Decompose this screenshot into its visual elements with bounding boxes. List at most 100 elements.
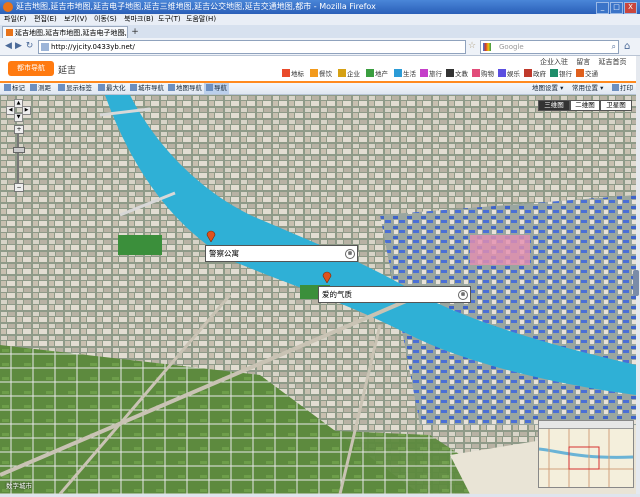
close-button[interactable]: X [624, 2, 637, 14]
overview-minimap[interactable] [538, 420, 634, 488]
government-icon [524, 69, 532, 77]
category-food[interactable]: 餐饮 [310, 69, 332, 80]
tool-navigate[interactable]: 导航 [204, 83, 229, 94]
label-close-icon[interactable]: ⊗ [458, 290, 468, 300]
powered-by-logo: 数字城市 [6, 482, 32, 490]
maptype-3d[interactable]: 三维图 [538, 100, 570, 111]
zoom-in-button[interactable]: + [14, 125, 24, 134]
bank-icon [550, 69, 558, 77]
category-travel[interactable]: 旅行 [420, 69, 442, 80]
print-icon [612, 84, 619, 91]
reload-button[interactable]: ↻ [24, 41, 35, 52]
search-box[interactable]: Google ⌕ [480, 40, 619, 54]
tool-map-nav[interactable]: 地图导航 [168, 83, 202, 94]
enterprise-icon [338, 69, 346, 77]
location-pin-icon[interactable] [322, 271, 332, 283]
travel-icon [420, 69, 428, 77]
google-icon [483, 43, 491, 51]
menu-bookmarks[interactable]: 북마크(B) [124, 14, 154, 25]
category-government[interactable]: 政府 [524, 69, 546, 80]
home-icon[interactable]: ⌂ [624, 41, 630, 52]
toplink-message[interactable]: 留言 [576, 58, 590, 66]
location-pin-icon[interactable] [206, 230, 216, 242]
menu-go[interactable]: 이동(S) [94, 14, 117, 25]
pan-right-icon[interactable]: ▶ [22, 106, 31, 115]
mark-icon [4, 84, 11, 91]
navigation-bar: ◀ ▶ ↻ http://yjcity.0433yb.net/ ☆ Google… [0, 38, 640, 56]
tool-maximize[interactable]: 最大化 [98, 83, 126, 94]
map-label-love-temperament[interactable]: 爱的气质 ⊗ [318, 286, 471, 303]
tool-measure[interactable]: 测距 [30, 83, 51, 94]
window-title: 延吉地图,延吉市地图,延吉电子地图,延吉三维地图,延吉公交地图,延吉交通地图,都… [16, 2, 376, 11]
map-nav-icon [168, 84, 175, 91]
common-locations[interactable]: 常用位置 ▾ [572, 83, 603, 94]
category-bank[interactable]: 银行 [550, 69, 572, 80]
menu-tools[interactable]: 도구(T) [158, 14, 181, 25]
transport-icon [576, 69, 584, 77]
category-enterprise[interactable]: 企业 [338, 69, 360, 80]
forward-button[interactable]: ▶ [13, 41, 24, 52]
menu-help[interactable]: 도움말(H) [186, 14, 216, 25]
category-transport[interactable]: 交通 [576, 69, 598, 80]
navigate-icon [206, 84, 213, 91]
pan-down-icon[interactable]: ▼ [14, 113, 23, 122]
new-tab-button[interactable]: + [130, 27, 140, 37]
window-titlebar: 延吉地图,延吉市地图,延吉电子地图,延吉三维地图,延吉公交地图,延吉交通地图,都… [0, 0, 640, 14]
web-page: 都市导航 延吉 企业入驻 留言 延吉首页 地标 餐饮 企业 地产 生活 旅行 文… [0, 56, 636, 494]
toplink-join[interactable]: 企业入驻 [540, 58, 568, 66]
map-label-police-apartment[interactable]: 警察公寓 ⊗ [205, 245, 358, 262]
search-placeholder: Google [499, 43, 524, 51]
zoom-slider-track[interactable] [17, 133, 19, 183]
city-name[interactable]: 延吉 [58, 63, 76, 76]
top-links: 企业入驻 留言 延吉首页 [540, 57, 632, 67]
map-viewport[interactable]: 三维图 二维图 卫星图 ▲ ◀ ▶ ▼ + − 警察公寓 ⊗ 爱的气质 ⊗ 数字… [0, 95, 636, 494]
site-logo[interactable]: 都市导航 [8, 61, 54, 76]
label-close-icon[interactable]: ⊗ [345, 249, 355, 259]
site-favicon-icon [6, 29, 13, 36]
side-panel-handle[interactable] [633, 270, 639, 296]
tool-mark[interactable]: 标记 [4, 83, 25, 94]
tab-label: 延吉地图,延吉市地图,延吉电子地图,延... [15, 29, 128, 37]
entertainment-icon [498, 69, 506, 77]
address-bar[interactable]: http://yjcity.0433yb.net/ [38, 40, 466, 54]
education-icon [446, 69, 454, 77]
search-icon[interactable]: ⌕ [612, 41, 616, 53]
tab-bar: 延吉地图,延吉市地图,延吉电子地图,延... x + [0, 25, 640, 39]
pan-control: ▲ ◀ ▶ ▼ [6, 99, 31, 122]
tool-city-nav[interactable]: 城市导航 [130, 83, 164, 94]
life-icon [394, 69, 402, 77]
label-icon [58, 84, 65, 91]
category-education[interactable]: 文教 [446, 69, 468, 80]
realestate-icon [366, 69, 374, 77]
map-settings[interactable]: 地图设置 ▾ [532, 83, 563, 94]
print-button[interactable]: 打印 [612, 83, 633, 94]
toplink-home[interactable]: 延吉首页 [598, 58, 626, 66]
category-entertainment[interactable]: 娱乐 [498, 69, 520, 80]
address-url: http://yjcity.0433yb.net/ [51, 43, 135, 51]
site-header: 都市导航 延吉 企业入驻 留言 延吉首页 地标 餐饮 企业 地产 生活 旅行 文… [0, 56, 636, 83]
city-nav-icon [130, 84, 137, 91]
menu-view[interactable]: 보기(V) [64, 14, 87, 25]
bookmark-star-icon[interactable]: ☆ [468, 41, 476, 51]
maptype-satellite[interactable]: 卫星图 [600, 100, 632, 111]
maptype-2d[interactable]: 二维图 [570, 100, 600, 111]
menu-file[interactable]: 파일(F) [4, 14, 26, 25]
page-identity-icon [41, 43, 49, 51]
zoom-slider-knob[interactable] [13, 147, 25, 153]
landmark-icon [282, 69, 290, 77]
minimap-header [539, 421, 633, 429]
menu-edit[interactable]: 편집(E) [34, 14, 57, 25]
category-realestate[interactable]: 地产 [366, 69, 388, 80]
category-life[interactable]: 生活 [394, 69, 416, 80]
tool-show-labels[interactable]: 显示标签 [58, 83, 92, 94]
category-shopping[interactable]: 购物 [472, 69, 494, 80]
food-icon [310, 69, 318, 77]
maximize-icon [98, 84, 105, 91]
shopping-icon [472, 69, 480, 77]
maximize-button[interactable]: □ [610, 2, 623, 14]
zoom-control: + − [13, 125, 25, 192]
firefox-icon [3, 2, 13, 12]
minimize-button[interactable]: _ [596, 2, 609, 14]
category-landmark[interactable]: 地标 [282, 69, 304, 80]
zoom-out-button[interactable]: − [14, 183, 24, 192]
